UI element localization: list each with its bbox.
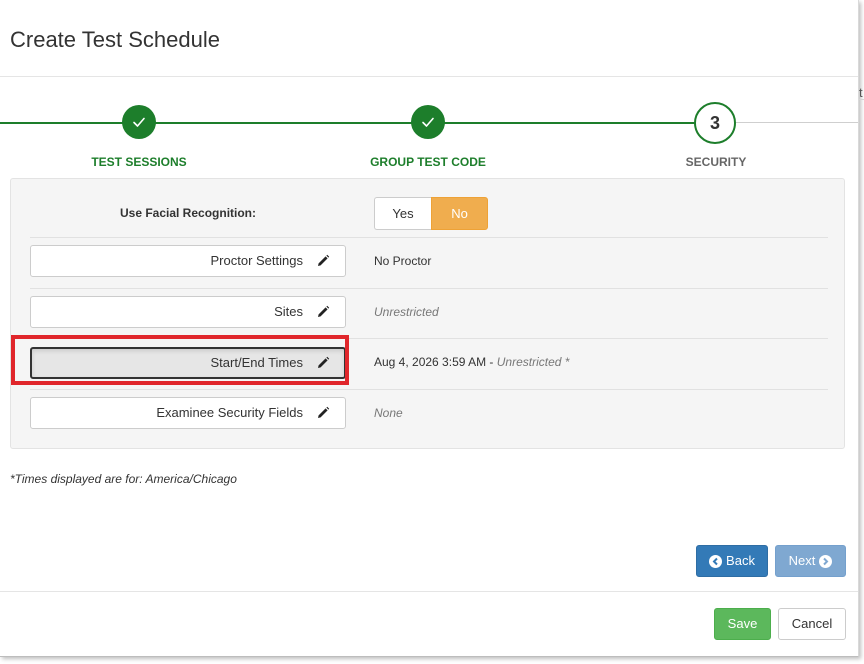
pencil-icon	[318, 406, 330, 418]
examinee-security-fields-row: Examinee Security Fields None	[30, 390, 828, 440]
arrow-right-circle-icon	[819, 554, 833, 568]
back-button[interactable]: Back	[696, 545, 768, 577]
stepper-remaining-line	[736, 122, 858, 123]
proctor-settings-value: No Proctor	[374, 254, 432, 268]
proctor-settings-row: Proctor Settings No Proctor	[30, 238, 828, 289]
examinee-security-fields-button[interactable]: Examinee Security Fields	[30, 397, 346, 429]
start-time-value: Aug 4, 2026 3:59 AM	[374, 355, 487, 369]
step-label-security: SECURITY	[685, 155, 747, 169]
timezone-footnote: *Times displayed are for: America/Chicag…	[10, 472, 237, 486]
start-end-times-value: Aug 4, 2026 3:59 AM - Unrestricted *	[374, 355, 569, 369]
pencil-icon	[318, 356, 330, 368]
start-end-times-button[interactable]: Start/End Times	[30, 347, 346, 379]
next-button[interactable]: Next	[775, 545, 846, 577]
sites-value: Unrestricted	[374, 305, 439, 319]
facial-recognition-label: Use Facial Recognition:	[119, 206, 257, 220]
sites-button-label: Sites	[274, 304, 303, 319]
step-label-test-sessions: TEST SESSIONS	[91, 155, 187, 169]
cancel-button[interactable]: Cancel	[778, 608, 846, 640]
sites-button[interactable]: Sites	[30, 296, 346, 328]
arrow-left-circle-icon	[709, 554, 723, 568]
wizard-stepper: TEST SESSIONS GROUP TEST CODE 3 SECURITY	[0, 100, 858, 170]
end-time-restriction: Unrestricted *	[496, 355, 570, 369]
examinee-security-fields-value: None	[374, 406, 403, 420]
modal-title: Create Test Schedule	[10, 27, 220, 52]
modal-footer: Save Cancel	[0, 591, 858, 657]
pencil-icon	[318, 305, 330, 317]
background-text-fragment: t	[859, 85, 863, 100]
stepper-progress-line	[0, 122, 696, 124]
next-button-label: Next	[788, 553, 816, 568]
check-icon	[133, 117, 145, 127]
facial-recognition-yes-option[interactable]: Yes	[374, 197, 431, 230]
sites-row: Sites Unrestricted	[30, 289, 828, 339]
create-test-schedule-modal: Create Test Schedule TEST SESSIONS GROUP…	[0, 0, 859, 657]
modal-header: Create Test Schedule	[0, 0, 858, 77]
back-button-label: Back	[726, 553, 755, 568]
pencil-icon	[318, 254, 330, 266]
start-end-times-button-label: Start/End Times	[210, 355, 303, 370]
background-divider-fragment	[859, 99, 864, 100]
facial-recognition-no-option[interactable]: No	[431, 197, 488, 230]
step-security-circle: 3	[694, 102, 736, 144]
start-end-times-row: Start/End Times Aug 4, 2026 3:59 AM - Un…	[30, 339, 828, 390]
step-group-test-code-circle[interactable]	[411, 105, 445, 139]
proctor-settings-button-label: Proctor Settings	[210, 253, 304, 268]
facial-recognition-row: Use Facial Recognition: Yes No	[30, 197, 828, 238]
proctor-settings-button[interactable]: Proctor Settings	[30, 245, 346, 277]
step-label-group-test-code: GROUP TEST CODE	[370, 155, 486, 169]
examinee-security-fields-button-label: Examinee Security Fields	[156, 405, 303, 420]
check-icon	[422, 117, 434, 127]
time-separator: -	[486, 355, 497, 369]
step-test-sessions-circle[interactable]	[122, 105, 156, 139]
save-button[interactable]: Save	[714, 608, 771, 640]
facial-recognition-toggle: Yes No	[374, 197, 488, 230]
security-settings-panel: Use Facial Recognition: Yes No Proctor S…	[10, 178, 845, 449]
